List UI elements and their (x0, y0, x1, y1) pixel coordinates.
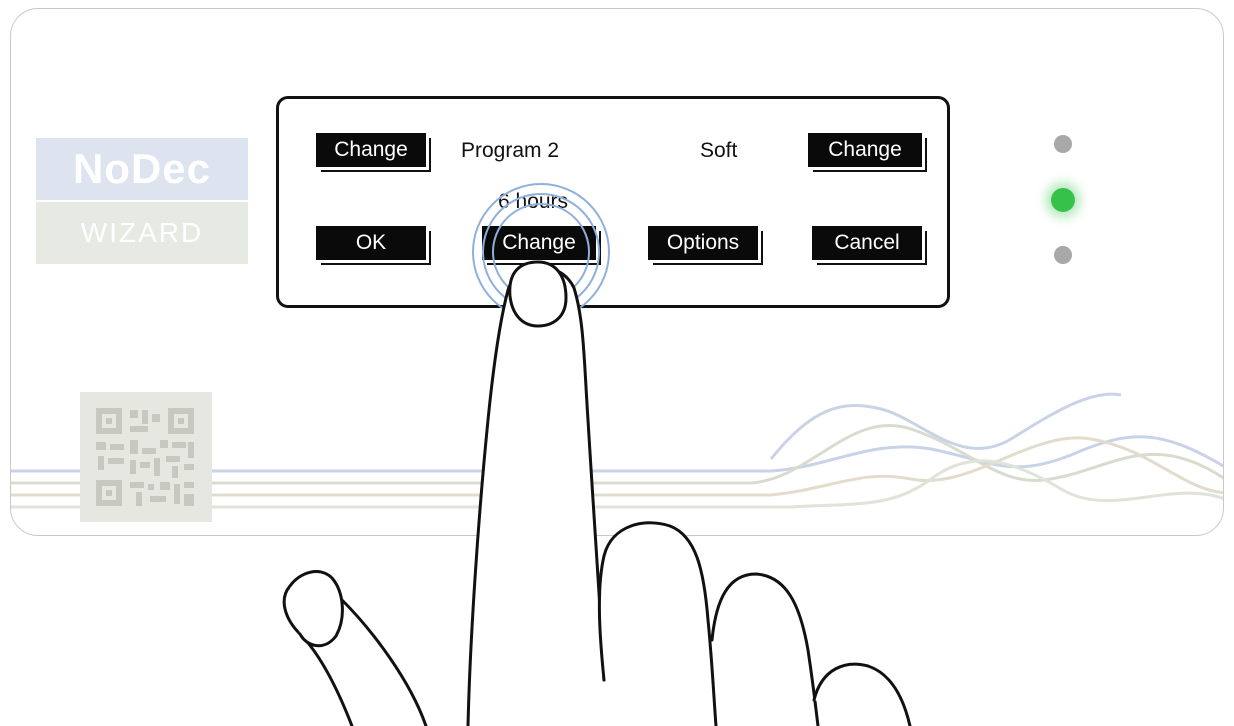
brand-logo: NoDec (36, 138, 248, 200)
indicator-led-1 (1054, 135, 1072, 153)
duration-label: 6 hours (498, 190, 569, 213)
qr-code (80, 392, 212, 522)
indicator-led-3 (1054, 246, 1072, 264)
change-program-button[interactable]: Change (316, 133, 426, 167)
change-duration-button[interactable]: Change (482, 226, 596, 260)
indicator-led-2 (1051, 188, 1075, 212)
brand-subtitle: WIZARD (80, 217, 204, 248)
cancel-button[interactable]: Cancel (812, 226, 922, 260)
change-mode-button[interactable]: Change (808, 133, 922, 167)
brand-name: NoDec (72, 145, 212, 192)
qr-pattern (96, 408, 194, 506)
mode-label: Soft (700, 139, 738, 162)
ok-button[interactable]: OK (316, 226, 426, 260)
touch-display (276, 96, 950, 308)
options-button[interactable]: Options (648, 226, 758, 260)
program-label: Program 2 (461, 139, 560, 162)
brand-subtitle-block: WIZARD (36, 202, 248, 264)
